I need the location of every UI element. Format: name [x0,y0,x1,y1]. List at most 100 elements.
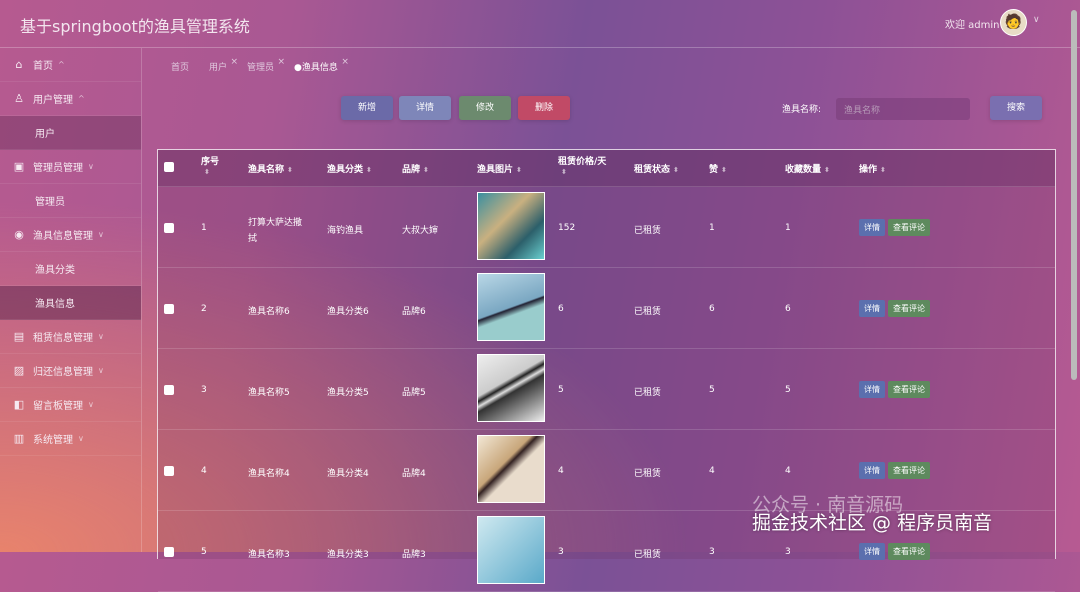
close-icon[interactable]: × [341,57,349,67]
row-checkbox[interactable] [164,385,174,395]
sidebar-item[interactable]: 用户 [0,116,141,150]
sidebar-item-label: 用户 [35,129,55,140]
row-actions: 详情 查看评论 [859,300,933,317]
sidebar-item-label: 渔具信息管理 [33,231,93,242]
chevron-icon: ∨ [98,366,104,375]
sidebar-item[interactable]: ◧ 留言板管理 ∨ [0,388,141,422]
fishing-gear-image[interactable] [477,516,545,584]
column-header-label: 赞 [709,165,719,175]
search-input[interactable]: 渔具名称 [836,98,970,120]
column-header[interactable]: 渔具分类 ⬍ [327,162,372,175]
image-icon: ▣ [13,160,25,173]
view-reviews-button[interactable]: 查看评论 [888,300,930,317]
sort-icon[interactable]: ⬍ [423,166,429,174]
sidebar-item[interactable]: 渔具分类 [0,252,141,286]
sidebar-item-label: 渔具分类 [35,265,75,276]
chevron-icon: ^ [58,60,65,69]
sort-icon[interactable]: ⬍ [880,166,886,174]
row-detail-button[interactable]: 详情 [859,219,885,236]
sort-icon[interactable]: ⬍ [287,166,293,174]
cell-category: 海钓渔具 [327,226,364,236]
close-icon[interactable]: × [230,57,238,67]
sidebar-item[interactable]: 管理员 [0,184,141,218]
row-detail-button[interactable]: 详情 [859,381,885,398]
view-reviews-button[interactable]: 查看评论 [888,462,930,479]
column-header[interactable]: 品牌 ⬍ [402,162,429,175]
chevron-icon: ∨ [88,400,94,409]
cell-price: 152 [558,223,576,233]
sidebar-item[interactable]: ▥ 系统管理 ∨ [0,422,141,456]
fishing-gear-image[interactable] [477,192,545,260]
search-label: 渔具名称: [782,105,822,115]
cell-price: 3 [558,547,564,557]
row-checkbox[interactable] [164,547,174,557]
sidebar-item[interactable]: ▨ 归还信息管理 ∨ [0,354,141,388]
cell-likes: 5 [709,385,715,395]
scrollbar[interactable] [1071,10,1077,380]
delete-button[interactable]: 删除 [518,96,570,120]
tab-label: 管理员 [247,63,275,73]
view-reviews-button[interactable]: 查看评论 [888,381,930,398]
select-all-checkbox[interactable] [164,162,174,172]
column-header[interactable]: 租赁状态 ⬍ [634,162,679,175]
column-header[interactable]: 租赁价格/天 ⬍ [558,154,618,177]
sidebar-item[interactable]: ⌂ 首页 ^ [0,48,141,82]
sort-icon[interactable]: ⬍ [673,166,679,174]
cell-category: 渔具分类5 [327,388,369,398]
cell-category: 渔具分类3 [327,550,369,560]
fishing-gear-image[interactable] [477,273,545,341]
edit-button[interactable]: 修改 [459,96,511,120]
sort-icon[interactable]: ⬍ [561,168,567,176]
sidebar-item[interactable]: ♙ 用户管理 ^ [0,82,141,116]
row-detail-button[interactable]: 详情 [859,300,885,317]
detail-button[interactable]: 详情 [399,96,451,120]
close-icon[interactable]: × [278,57,286,67]
column-header[interactable]: 赞 ⬍ [709,162,727,175]
sort-icon[interactable]: ⬍ [721,166,727,174]
tab[interactable]: 首页 [171,60,189,73]
sidebar-item[interactable]: ▣ 管理员管理 ∨ [0,150,141,184]
data-table: 序号 ⬍ 渔具名称 ⬍ 渔具分类 ⬍ 品牌 ⬍ 渔具图片 ⬍ 租赁价格/天 ⬍ 租赁状态 ⬍ 赞 ⬍ 收藏数量 ⬍… [157,149,1056,592]
row-checkbox[interactable] [164,223,174,233]
column-header[interactable]: 渔具名称 ⬍ [248,162,293,175]
cell-brand: 品牌5 [402,388,426,398]
cell-no: 5 [201,547,207,557]
cell-price: 6 [558,304,564,314]
sort-icon[interactable]: ⬍ [824,166,830,174]
sidebar-item[interactable]: ◉ 渔具信息管理 ∨ [0,218,141,252]
sidebar-item[interactable]: ▤ 租赁信息管理 ∨ [0,320,141,354]
avatar[interactable]: 🧑 [1000,9,1027,36]
tab[interactable]: ●渔具信息 × [294,57,349,73]
add-button[interactable]: 新增 [341,96,393,120]
column-header[interactable]: 收藏数量 ⬍ [785,162,830,175]
cell-likes: 3 [709,547,715,557]
chevron-down-icon[interactable]: ∨ [1033,15,1040,25]
sort-icon[interactable]: ⬍ [204,168,210,176]
sort-icon[interactable]: ⬍ [516,166,522,174]
sidebar-item[interactable]: 渔具信息 [0,286,141,320]
grid-icon: ▥ [13,432,25,445]
sidebar-item-label: 归还信息管理 [33,367,93,378]
column-header[interactable]: 操作 ⬍ [859,162,886,175]
view-reviews-button[interactable]: 查看评论 [888,219,930,236]
row-checkbox[interactable] [164,304,174,314]
chevron-icon: ∨ [98,332,104,341]
sort-icon[interactable]: ⬍ [366,166,372,174]
column-header-label: 渔具分类 [327,165,364,175]
cell-likes: 4 [709,466,715,476]
fishing-gear-image[interactable] [477,354,545,422]
cell-name: 渔具名称4 [248,469,290,479]
cell-name: 渔具名称3 [248,550,290,560]
top-header: 基于springboot的渔具管理系统 欢迎 admin 🧑 ∨ [0,0,1080,48]
column-header-label: 渔具名称 [248,165,285,175]
tab-label: 首页 [171,63,190,73]
table-row: 2 渔具名称6 渔具分类6 品牌6 6 已租赁 6 6 详情 查看评论 [158,268,1055,349]
tab[interactable]: 用户 × [209,57,238,73]
row-detail-button[interactable]: 详情 [859,462,885,479]
search-button[interactable]: 搜索 [990,96,1042,120]
tab[interactable]: 管理员 × [247,57,285,73]
column-header[interactable]: 渔具图片 ⬍ [477,162,522,175]
table-row: 1 打算大萨达撒拭 海钓渔具 大叔大婶 152 已租赁 1 1 详情 查看评论 [158,187,1055,268]
row-checkbox[interactable] [164,466,174,476]
fishing-gear-image[interactable] [477,435,545,503]
